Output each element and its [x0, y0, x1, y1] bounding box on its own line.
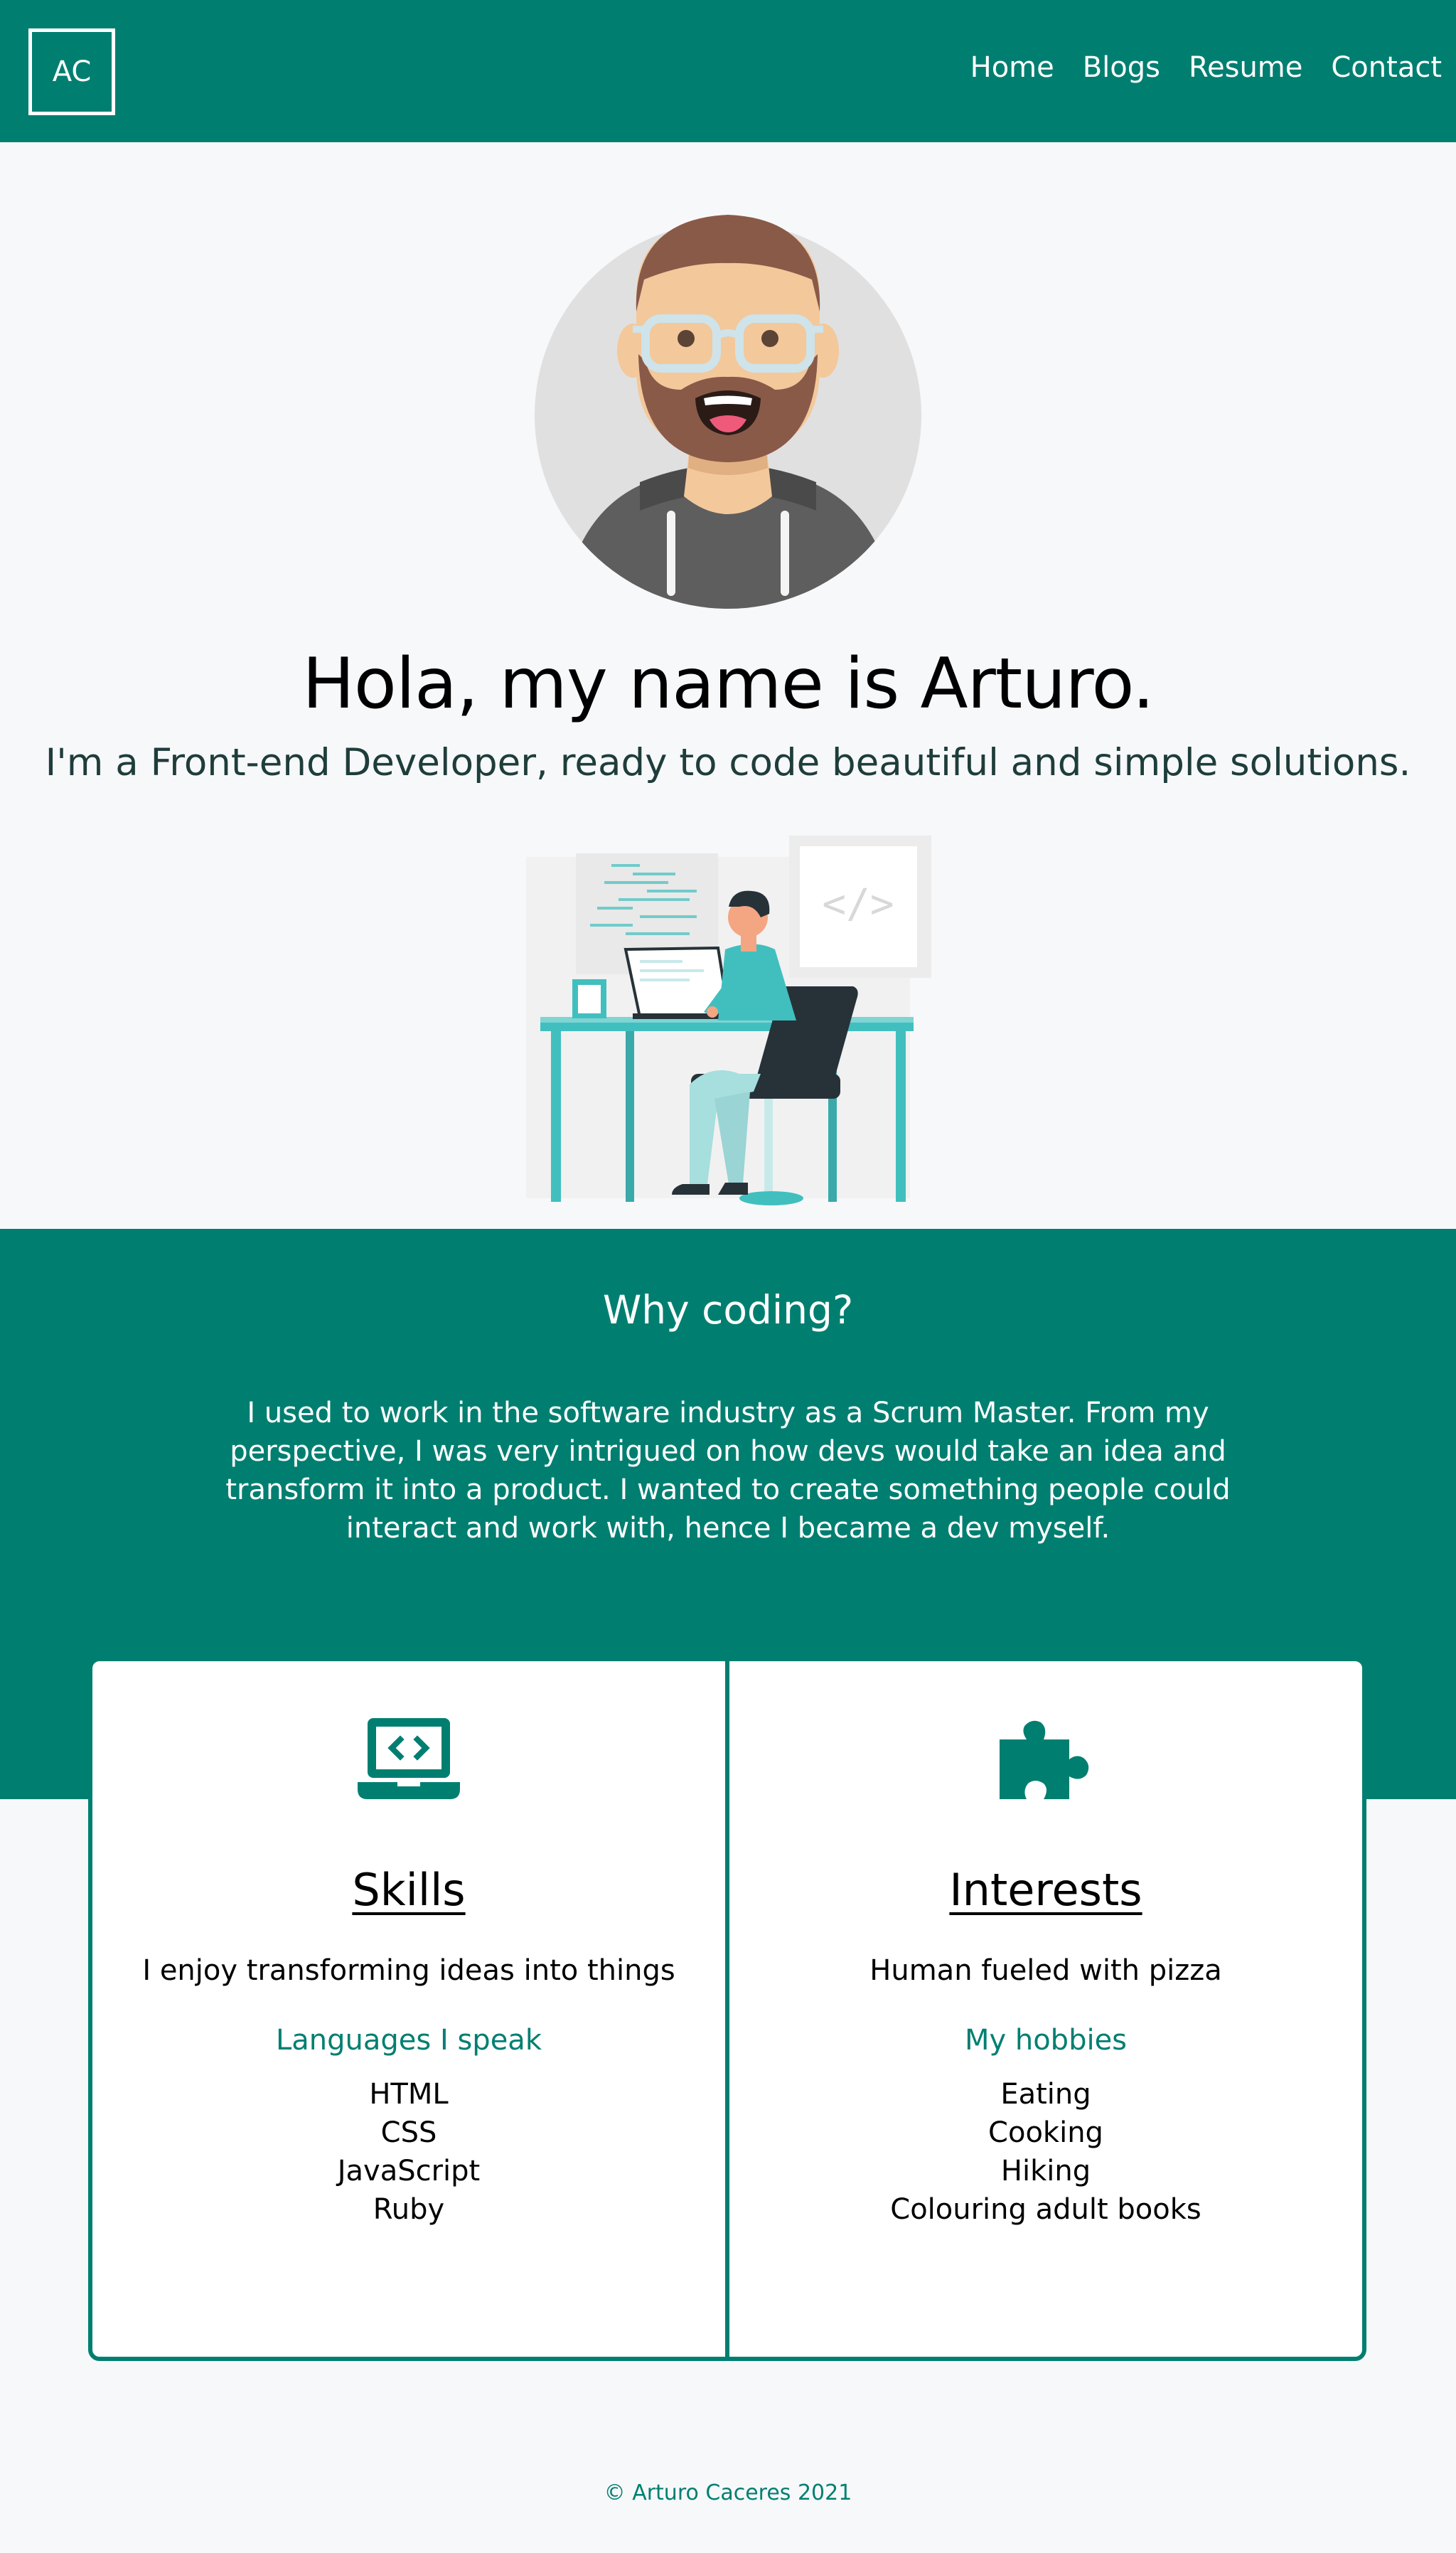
list-item: JavaScript — [337, 2155, 481, 2187]
hero-title: Hola, my name is Arturo. — [302, 644, 1155, 725]
hero-subtitle: I'm a Front-end Developer, ready to code… — [45, 741, 1411, 784]
logo-text: AC — [52, 55, 92, 88]
skills-list: HTML CSS JavaScript Ruby — [92, 2075, 725, 2229]
why-coding-text: I used to work in the software industry … — [225, 1397, 1231, 1545]
list-item: CSS — [380, 2116, 437, 2149]
logo[interactable]: AC — [28, 28, 115, 115]
skills-title: Skills — [352, 1864, 466, 1916]
interests-tagline: Human fueled with pizza — [869, 1954, 1222, 1987]
top-nav-bar: AC Home Blogs Resume Contact — [0, 0, 1456, 142]
list-item: Eating — [1000, 2078, 1091, 2111]
list-item: Ruby — [373, 2193, 445, 2226]
interests-list: Eating Cooking Hiking Colouring adult bo… — [729, 2075, 1362, 2229]
skills-subtitle: Languages I speak — [276, 2024, 542, 2057]
interests-title: Interests — [949, 1864, 1142, 1916]
skills-card: Skills I enjoy transforming ideas into t… — [92, 1661, 725, 2357]
skills-tagline: I enjoy transforming ideas into things — [142, 1954, 675, 1987]
list-item: HTML — [369, 2078, 449, 2111]
profile-avatar — [535, 215, 921, 609]
nav-link-blogs[interactable]: Blogs — [1083, 51, 1160, 84]
puzzle-piece-icon — [1000, 1720, 1089, 1799]
laptop-code-icon — [358, 1718, 460, 1799]
nav-link-contact[interactable]: Contact — [1331, 51, 1442, 84]
list-item: Hiking — [1000, 2155, 1091, 2187]
main-nav: Home Blogs Resume Contact — [970, 51, 1442, 84]
code-symbol: </> — [822, 881, 894, 927]
developer-illustration: </> — [526, 836, 931, 1205]
list-item: Cooking — [988, 2116, 1103, 2149]
interests-subtitle: My hobbies — [964, 2024, 1128, 2057]
list-item: Colouring adult books — [890, 2193, 1201, 2226]
why-coding-title: Why coding? — [602, 1287, 854, 1333]
nav-link-home[interactable]: Home — [970, 51, 1054, 84]
skills-interests-cards: Skills I enjoy transforming ideas into t… — [88, 1657, 1366, 2361]
interests-card: Interests Human fueled with pizza My hob… — [725, 1661, 1362, 2357]
nav-link-resume[interactable]: Resume — [1189, 51, 1302, 84]
footer-copyright: © Arturo Caceres 2021 — [604, 2480, 852, 2505]
